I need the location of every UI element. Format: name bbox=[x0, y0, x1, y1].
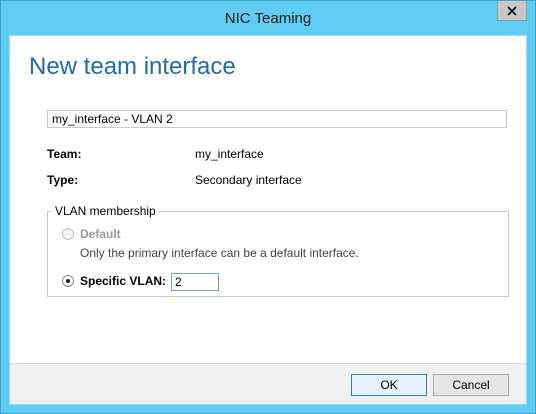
specific-vlan-label: Specific VLAN: bbox=[80, 274, 167, 288]
vlan-id-input[interactable] bbox=[171, 273, 219, 291]
default-hint: Only the primary interface can be a defa… bbox=[80, 246, 359, 260]
type-label: Type: bbox=[47, 173, 79, 187]
specific-vlan-radio[interactable] bbox=[62, 275, 74, 287]
type-value: Secondary interface bbox=[195, 173, 302, 187]
default-radio-label: Default bbox=[80, 227, 121, 241]
window-title: NIC Teaming bbox=[224, 10, 312, 27]
interface-name-input[interactable] bbox=[47, 110, 507, 128]
vlan-membership-group: VLAN membership Default Only the primary… bbox=[47, 204, 509, 297]
cancel-button[interactable]: Cancel bbox=[433, 374, 509, 396]
close-button[interactable] bbox=[497, 1, 527, 21]
default-radio[interactable] bbox=[62, 228, 74, 240]
vlan-membership-label: VLAN membership bbox=[52, 204, 159, 218]
title-bar[interactable]: NIC Teaming bbox=[1, 1, 535, 35]
team-value: my_interface bbox=[195, 147, 264, 161]
radio-selected-dot bbox=[66, 279, 70, 283]
close-icon bbox=[507, 5, 517, 16]
ok-button[interactable]: OK bbox=[351, 374, 427, 396]
dialog-footer: OK Cancel bbox=[10, 363, 526, 404]
team-label: Team: bbox=[47, 147, 82, 161]
page-title: New team interface bbox=[29, 53, 236, 80]
dialog-client-area: New team interface Team: my_interface Ty… bbox=[9, 35, 527, 405]
nic-teaming-window: NIC Teaming New team interface Team: my_… bbox=[0, 0, 536, 414]
